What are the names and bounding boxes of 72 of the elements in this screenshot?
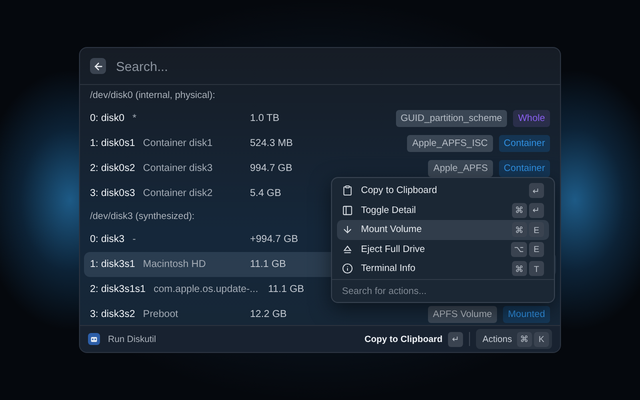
disk-size: +994.7 GB bbox=[250, 234, 298, 245]
arrow-down-icon bbox=[342, 224, 353, 236]
menu-item[interactable]: Copy to Clipboard ↵ bbox=[337, 181, 549, 200]
back-button[interactable] bbox=[90, 58, 106, 74]
disk-size: 524.3 MB bbox=[250, 138, 293, 149]
actions-button[interactable]: Actions ⌘ K bbox=[476, 329, 552, 349]
section-title: /dev/disk0 (internal, physical): bbox=[89, 89, 216, 103]
disk-name: 1: disk0s1 bbox=[90, 138, 136, 149]
disk-description: Container disk1 bbox=[143, 138, 213, 149]
arrow-left-icon bbox=[92, 60, 104, 72]
key-cap: ⌘ bbox=[517, 332, 532, 346]
disk-description: Macintosh HD bbox=[143, 259, 206, 270]
key-cap: ⌥ bbox=[511, 242, 527, 257]
disk-size: 11.1 GB bbox=[250, 259, 286, 270]
search-field[interactable]: Search... bbox=[114, 58, 550, 74]
panel-icon bbox=[342, 204, 353, 216]
menu-item-label: Mount Volume bbox=[361, 224, 422, 236]
key-cap: ↵ bbox=[529, 183, 544, 198]
disk-size: 12.2 GB bbox=[250, 309, 287, 320]
footer-title: Run Diskutil bbox=[108, 334, 156, 344]
disk-name: 2: disk3s1s1 bbox=[90, 284, 146, 295]
disk-name: 3: disk3s2 bbox=[90, 309, 136, 320]
disk-name: 0: disk3 bbox=[90, 234, 124, 245]
primary-action-label: Copy to Clipboard bbox=[364, 334, 442, 344]
menu-item[interactable]: Terminal Info ⌘ T bbox=[337, 259, 549, 278]
disk-tag: GUID_partition_scheme bbox=[396, 110, 508, 127]
clipboard-icon bbox=[342, 185, 353, 196]
disk-row[interactable]: 1: disk0s1 Container disk1 524.3 MB Apple_APFS_ISC Container bbox=[84, 131, 556, 156]
disk-tag: Container bbox=[498, 160, 550, 177]
disk-row[interactable]: 2: disk0s2 Container disk3 994.7 GB Apple_APFS Container bbox=[84, 156, 556, 181]
disk-tag: Mounted bbox=[503, 306, 550, 323]
disk-size: 994.7 GB bbox=[250, 163, 292, 174]
disk-description: Preboot bbox=[143, 309, 178, 320]
info-icon bbox=[342, 263, 353, 274]
disk-tag: Whole bbox=[513, 110, 550, 127]
key-cap: ↵ bbox=[529, 202, 544, 218]
disk-name: 0: disk0 bbox=[90, 113, 124, 124]
menu-item-label: Copy to Clipboard bbox=[361, 185, 438, 196]
key-cap: ↵ bbox=[448, 332, 464, 346]
disk-tag: Apple_APFS bbox=[428, 160, 493, 177]
key-cap: E bbox=[529, 242, 544, 257]
menu-item[interactable]: Toggle Detail ⌘ ↵ bbox=[337, 200, 549, 220]
disk-description: com.apple.os.update-... bbox=[154, 284, 258, 295]
app-icon bbox=[88, 333, 100, 345]
disk-tag: APFS Volume bbox=[428, 306, 498, 323]
menu-item-label: Toggle Detail bbox=[361, 204, 416, 216]
disk-name: 1: disk3s1 bbox=[90, 259, 136, 270]
disk-description: Container disk2 bbox=[143, 188, 213, 199]
menu-item[interactable]: Mount Volume ⌘ E bbox=[337, 220, 549, 240]
disk-description: Container disk3 bbox=[143, 163, 213, 174]
key-cap: ⌘ bbox=[512, 261, 527, 276]
disk-name: 2: disk0s2 bbox=[90, 163, 136, 174]
disk-tag: Container bbox=[498, 135, 550, 152]
eject-icon bbox=[342, 244, 353, 255]
key-cap: E bbox=[529, 222, 544, 238]
key-cap: T bbox=[529, 261, 544, 276]
key-cap: ⌘ bbox=[512, 202, 527, 218]
disk-name: 3: disk0s3 bbox=[90, 188, 136, 199]
menu-item-label: Eject Full Drive bbox=[361, 244, 425, 255]
disk-description: - bbox=[132, 234, 136, 245]
section-title: /dev/disk3 (synthesized): bbox=[89, 210, 196, 224]
key-cap: K bbox=[534, 332, 549, 346]
menu-item-label: Terminal Info bbox=[361, 263, 416, 274]
disk-tag: Apple_APFS_ISC bbox=[407, 135, 493, 152]
disk-size: 11.1 GB bbox=[268, 284, 304, 295]
disk-row[interactable]: 3: disk3s2 Preboot 12.2 GB APFS Volume Mounted bbox=[84, 302, 556, 327]
disk-size: 5.4 GB bbox=[250, 188, 282, 199]
disk-row[interactable]: 0: disk0 * 1.0 TB GUID_partition_scheme Whole bbox=[84, 106, 556, 131]
disk-size: 1.0 TB bbox=[250, 113, 280, 124]
actions-search-field[interactable]: Search for actions... bbox=[332, 279, 554, 302]
key-cap: ⌘ bbox=[512, 222, 527, 238]
disk-description: * bbox=[132, 113, 136, 124]
